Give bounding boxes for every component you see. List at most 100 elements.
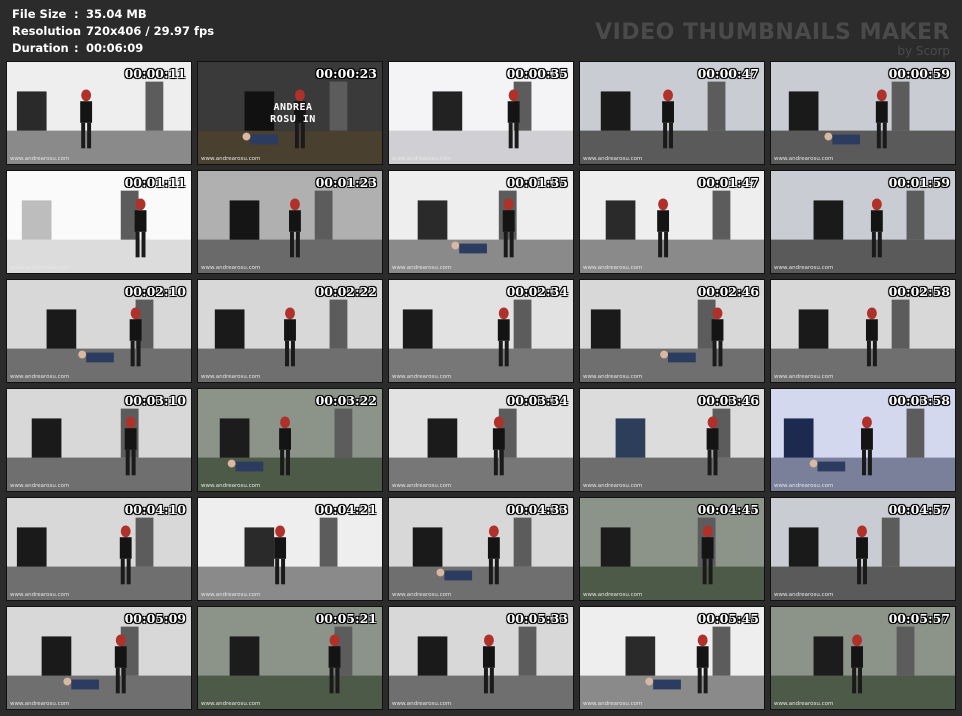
thumbnail[interactable]: 00:00:59 www.andrearosu.com (770, 61, 956, 165)
figure-hair (498, 307, 509, 320)
figure-hair (866, 307, 877, 320)
thumbnail-timestamp: 00:03:46 (697, 393, 759, 408)
thumbnail[interactable]: 00:03:22 www.andrearosu.com (197, 388, 383, 492)
figure-hair (120, 525, 131, 538)
figure-hair (275, 525, 286, 538)
thumbnail[interactable]: 00:01:11 www.andrearosu.com (6, 170, 192, 274)
thumbnail-timestamp: 00:00:11 (124, 66, 186, 81)
figure-hair (702, 525, 713, 538)
thumbnail-timestamp: 00:02:22 (315, 284, 377, 299)
figure-leg-left (488, 558, 493, 585)
figure-leg-left (493, 449, 498, 476)
thumbnail-watermark: www.andrearosu.com (392, 701, 452, 707)
thumbnail[interactable]: 00:03:10 www.andrearosu.com (6, 388, 192, 492)
thumbnail[interactable]: 00:04:33 www.andrearosu.com (388, 497, 574, 601)
figure-leg-left (702, 558, 707, 585)
figure-leg-right (713, 449, 718, 476)
thumbnail[interactable]: 00:03:58 www.andrearosu.com (770, 388, 956, 492)
figure-hair (658, 198, 669, 211)
thumbnail[interactable]: 00:04:45 www.andrearosu.com (579, 497, 765, 601)
figure-leg-left (862, 449, 866, 476)
figure-body (289, 210, 301, 232)
figure-body (482, 646, 495, 668)
thumbnail[interactable]: 00:05:09 www.andrearosu.com (6, 606, 192, 710)
scene-door (135, 517, 154, 567)
thumbnail[interactable]: 00:02:34 www.andrearosu.com (388, 279, 574, 383)
thumbnail-watermark: www.andrearosu.com (583, 265, 643, 271)
thumbnail[interactable]: 00:03:34 www.andrearosu.com (388, 388, 574, 492)
thumbnail-watermark: www.andrearosu.com (10, 265, 70, 271)
second-figure-head (436, 568, 445, 577)
thumbnail[interactable]: 00:01:59 www.andrearosu.com (770, 170, 956, 274)
figure-leg-left (866, 340, 871, 367)
figure-leg-right (877, 231, 882, 258)
figure-leg-right (863, 558, 867, 585)
figure-leg-left (275, 558, 280, 585)
thumbnail[interactable]: 00:03:46 www.andrearosu.com (579, 388, 765, 492)
figure-leg-left (290, 231, 294, 258)
figure-body (711, 319, 724, 341)
thumbnail[interactable]: 00:02:46 www.andrearosu.com (579, 279, 765, 383)
figure-leg-left (294, 122, 299, 149)
thumbnail[interactable]: 00:01:35 www.andrearosu.com (388, 170, 574, 274)
thumbnail[interactable]: 00:00:11 www.andrearosu.com (6, 61, 192, 165)
scene-door (314, 190, 333, 240)
thumbnail-watermark: www.andrearosu.com (10, 374, 70, 380)
thumbnail-watermark: www.andrearosu.com (392, 592, 452, 598)
figure-leg-left (707, 449, 712, 476)
figure-body (487, 537, 500, 559)
thumbnail[interactable]: 00:00:35 www.andrearosu.com (388, 61, 574, 165)
thumbnail[interactable]: 00:02:58 www.andrearosu.com (770, 279, 956, 383)
thumbnail-watermark: www.andrearosu.com (583, 701, 643, 707)
thumbnail-watermark: www.andrearosu.com (583, 156, 643, 162)
thumbnail[interactable]: 00:02:10 www.andrearosu.com (6, 279, 192, 383)
scene-door (145, 81, 164, 131)
file-info-panel: File Size : 35.04 MB Resolution : 720x40… (12, 6, 214, 57)
thumbnail[interactable]: 00:05:21 www.andrearosu.com (197, 606, 383, 710)
figure-leg-left (508, 122, 513, 149)
scene-door (906, 408, 925, 458)
thumbnail[interactable]: 00:05:33 www.andrearosu.com (388, 606, 574, 710)
resolution-value: 720x406 / 29.97 fps (86, 24, 215, 38)
figure-hair (852, 634, 863, 647)
figure-hair (488, 525, 499, 538)
thumbnail-watermark: www.andrearosu.com (583, 374, 643, 380)
figure-leg-right (335, 667, 340, 694)
figure-leg-right (514, 122, 519, 149)
scene-furniture (427, 418, 458, 458)
second-figure (668, 352, 696, 363)
thumbnail[interactable]: 00:02:22 www.andrearosu.com (197, 279, 383, 383)
thumbnail-watermark: www.andrearosu.com (201, 156, 261, 162)
figure-body (856, 537, 868, 559)
figure-hair (503, 198, 514, 211)
second-figure-head (645, 677, 654, 686)
thumbnail-timestamp: 00:01:59 (888, 175, 950, 190)
figure-hair (483, 634, 494, 647)
thumbnail[interactable]: 00:04:10 www.andrearosu.com (6, 497, 192, 601)
scene-furniture (788, 91, 819, 131)
figure-leg-left (115, 667, 120, 694)
file-size-row: File Size : 35.04 MB (12, 6, 214, 23)
thumbnail[interactable]: 00:04:21 www.andrearosu.com (197, 497, 383, 601)
scene-furniture (214, 309, 245, 349)
thumbnail-timestamp: 00:02:58 (888, 284, 950, 299)
thumbnail-timestamp: 00:00:59 (888, 66, 950, 81)
thumbnail-watermark: www.andrearosu.com (774, 701, 834, 707)
thumbnail[interactable]: 00:01:23 www.andrearosu.com (197, 170, 383, 274)
brand-subtitle: by Scorp (897, 44, 950, 58)
thumbnail[interactable]: 00:01:47 www.andrearosu.com (579, 170, 765, 274)
figure-leg-right (121, 667, 126, 694)
scene-door (906, 190, 925, 240)
scene-door (329, 81, 348, 131)
figure-body (865, 319, 878, 341)
figure-body (870, 210, 883, 232)
thumbnail[interactable]: 00:05:57 www.andrearosu.com (770, 606, 956, 710)
scene-furniture (16, 527, 47, 567)
figure-hair (280, 416, 290, 429)
thumbnail[interactable]: 00:05:45 www.andrearosu.com (579, 606, 765, 710)
thumbnail[interactable]: 00:04:57 www.andrearosu.com (770, 497, 956, 601)
second-figure-head (824, 132, 833, 141)
thumbnail[interactable]: 00:00:47 www.andrearosu.com (579, 61, 765, 165)
figure-leg-right (136, 340, 141, 367)
thumbnail[interactable]: ANDREA ROSU IN 00:00:23 www.andrearosu.com (197, 61, 383, 165)
